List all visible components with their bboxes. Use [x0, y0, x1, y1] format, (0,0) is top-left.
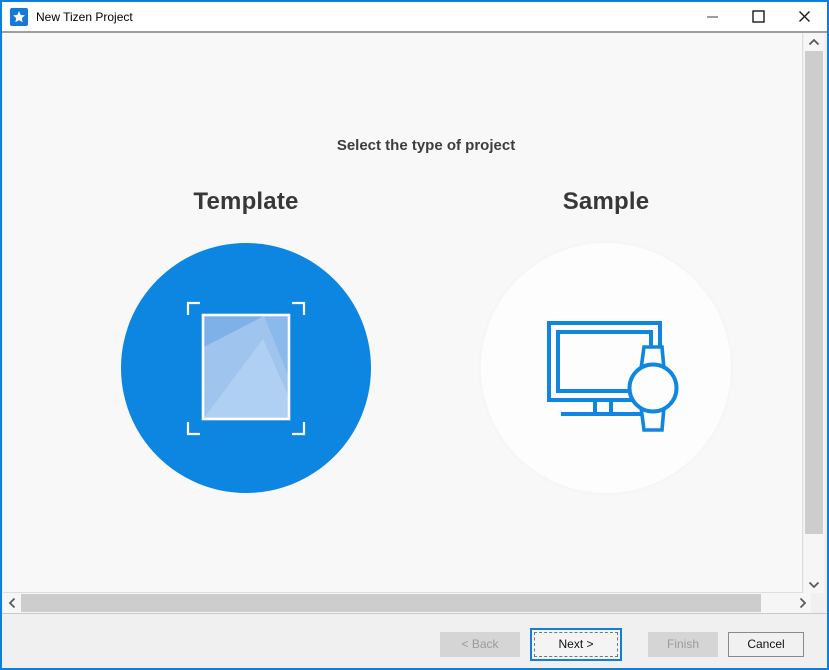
- title-bar: New Tizen Project: [2, 2, 827, 31]
- vertical-scrollbar-thumb[interactable]: [805, 51, 823, 534]
- chevron-right-icon: [799, 597, 807, 609]
- scroll-down-button[interactable]: [805, 576, 822, 593]
- sample-option-circle[interactable]: [481, 243, 731, 493]
- template-option-circle[interactable]: [121, 243, 371, 493]
- template-option[interactable]: Template: [121, 188, 371, 493]
- horizontal-scrollbar-thumb[interactable]: [21, 594, 761, 612]
- window-title: New Tizen Project: [36, 10, 133, 24]
- window-controls: [689, 2, 827, 31]
- sample-option-label: Sample: [481, 188, 731, 216]
- scroll-left-button[interactable]: [3, 594, 20, 611]
- minimize-icon: [707, 16, 718, 18]
- sample-devices-icon: [481, 243, 731, 493]
- vertical-scrollbar[interactable]: [804, 33, 824, 593]
- tizen-logo-icon: [10, 8, 28, 26]
- back-button[interactable]: < Back: [440, 632, 520, 657]
- project-type-options: Template: [121, 188, 731, 493]
- maximize-button[interactable]: [735, 2, 781, 31]
- chevron-down-icon: [808, 581, 820, 589]
- page-title: Select the type of project: [121, 137, 731, 154]
- next-button[interactable]: Next >: [534, 632, 618, 657]
- sample-option[interactable]: Sample: [481, 188, 731, 493]
- chevron-left-icon: [8, 597, 16, 609]
- wizard-button-bar: < Back Next > Finish Cancel: [2, 614, 827, 668]
- scroll-up-button[interactable]: [805, 33, 822, 50]
- template-option-label: Template: [121, 188, 371, 216]
- wizard-scroll-area: Select the type of project Template: [3, 33, 803, 593]
- template-project-icon: [121, 243, 371, 493]
- minimize-button[interactable]: [689, 2, 735, 31]
- new-tizen-project-dialog: New Tizen Project Select the type of pro…: [0, 0, 829, 670]
- finish-button[interactable]: Finish: [648, 632, 718, 657]
- scroll-right-button[interactable]: [794, 594, 811, 611]
- next-button-focus-ring: Next >: [530, 628, 622, 661]
- close-button[interactable]: [781, 2, 827, 31]
- maximize-icon: [752, 10, 765, 23]
- cancel-button[interactable]: Cancel: [728, 632, 804, 657]
- chevron-up-icon: [808, 38, 820, 46]
- horizontal-scrollbar[interactable]: [3, 593, 811, 613]
- close-icon: [797, 9, 812, 24]
